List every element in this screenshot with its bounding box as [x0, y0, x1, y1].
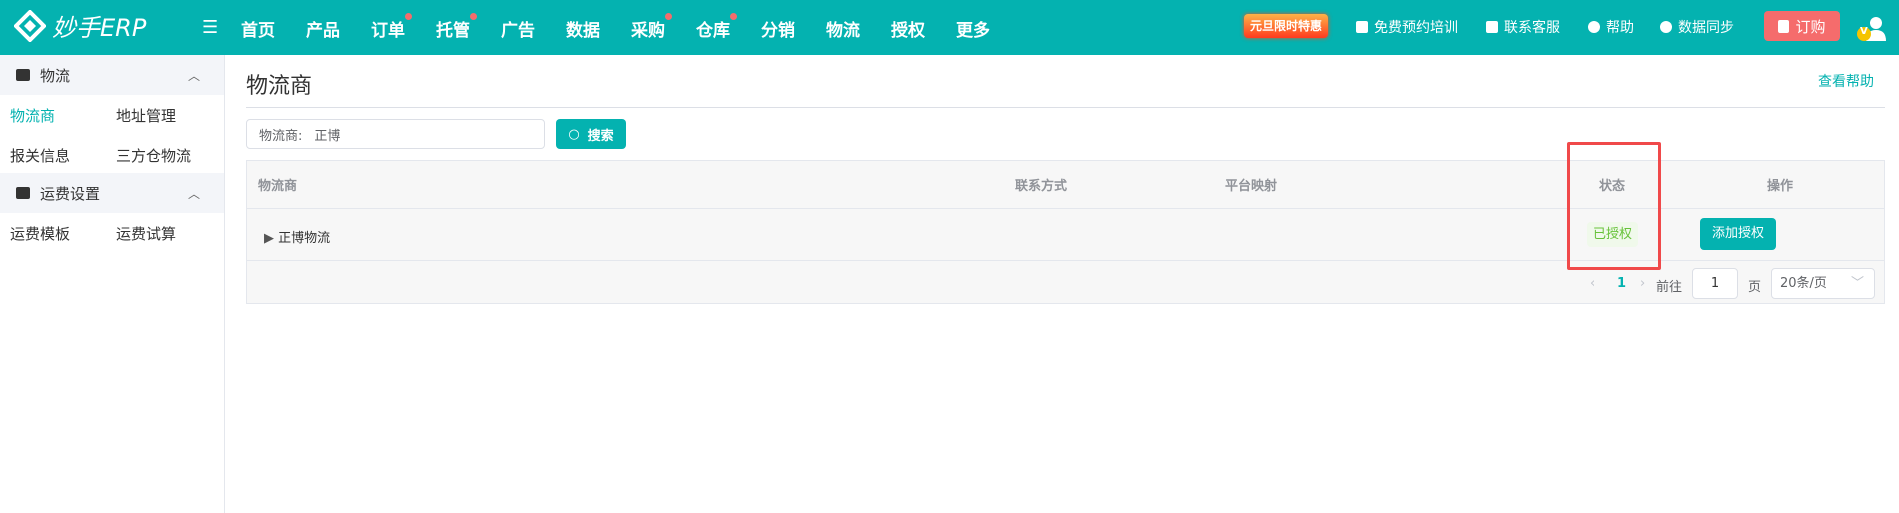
sidebar-item-fee-template[interactable]: 运费模板 [10, 223, 70, 244]
search-icon: ○ [568, 126, 580, 142]
prev-page-icon[interactable]: ‹ [1590, 276, 1595, 291]
sidebar-item-fee-calculator[interactable]: 运费试算 [116, 223, 176, 244]
logo[interactable]: 妙手ERP [14, 8, 146, 43]
page-number-current[interactable]: 1 [1617, 276, 1626, 291]
customer-service-link[interactable]: 联系客服 [1486, 17, 1560, 37]
menu-toggle-icon[interactable]: ☰ [202, 17, 218, 38]
nav-ads[interactable]: 广告 [501, 16, 535, 41]
column-header-platform-mapping: 平台映射 [1225, 179, 1278, 194]
sidebar: 物流 ︿ 物流商 地址管理 报关信息 三方仓物流 运费设置 ︿ 运费模板 运费试算 [0, 55, 225, 513]
page-suffix: 页 [1748, 280, 1762, 295]
goto-label: 前往 [1656, 280, 1683, 295]
vip-badge: V [1860, 26, 1868, 37]
page-title: 物流商 [246, 74, 313, 99]
shopping-bag-icon [1778, 19, 1790, 33]
training-link[interactable]: 免费预约培训 [1356, 17, 1458, 37]
table-row[interactable]: ▶ 正博物流 [264, 227, 330, 246]
nav-distribution[interactable]: 分销 [761, 16, 795, 41]
sidebar-item-3pl[interactable]: 三方仓物流 [116, 145, 191, 166]
column-header-carrier: 物流商 [258, 179, 298, 194]
sidebar-item-customs[interactable]: 报关信息 [10, 145, 70, 166]
nav-products[interactable]: 产品 [306, 16, 340, 41]
nav-data[interactable]: 数据 [566, 16, 600, 41]
expand-caret-icon[interactable]: ▶ [264, 231, 278, 246]
sync-icon [1660, 21, 1672, 33]
nav-hosting[interactable]: 托管 [436, 13, 477, 41]
carrier-name: 正博物流 [278, 231, 331, 246]
add-authorization-button[interactable]: 添加授权 [1700, 218, 1776, 250]
presentation-icon [1356, 21, 1368, 33]
nav-more[interactable]: 更多 [956, 16, 990, 41]
sidebar-group-shipping-fee[interactable]: 运费设置 ︿ [0, 173, 224, 213]
logo-icon [14, 9, 46, 42]
data-sync-link[interactable]: 数据同步 [1660, 17, 1734, 37]
notification-dot [470, 13, 477, 20]
chevron-up-icon: ︿ [187, 186, 200, 201]
page-size-select[interactable]: 20条/页 ﹀ [1771, 268, 1875, 299]
question-icon [1588, 21, 1600, 33]
user-avatar[interactable]: V [1856, 16, 1886, 42]
sidebar-group-logistics[interactable]: 物流 ︿ [0, 55, 224, 95]
help-link[interactable]: 帮助 [1588, 17, 1634, 37]
top-nav-bar: 妙手ERP ☰ 首页 产品 订单 托管 广告 数据 采购 仓库 分销 物流 授权… [0, 0, 1899, 55]
highlight-box [1567, 142, 1661, 270]
sidebar-item-address[interactable]: 地址管理 [116, 105, 176, 126]
next-page-icon[interactable]: › [1640, 276, 1645, 291]
nav-home[interactable]: 首页 [241, 16, 275, 41]
notification-dot [730, 13, 737, 20]
nav-warehouse[interactable]: 仓库 [696, 13, 737, 41]
column-header-contact: 联系方式 [1015, 179, 1068, 194]
chevron-up-icon: ︿ [187, 68, 200, 83]
search-value: 正博 [314, 128, 341, 144]
search-label: 物流商: [259, 128, 303, 144]
order-button[interactable]: 订购 [1764, 11, 1840, 41]
view-help-link[interactable]: 查看帮助 [1818, 71, 1874, 91]
divider [246, 107, 1885, 108]
nav-purchase[interactable]: 采购 [631, 13, 672, 41]
logo-text: 妙手ERP [52, 14, 147, 42]
carrier-search-input[interactable]: 物流商: 正博 [246, 119, 545, 149]
goto-page-input[interactable]: 1 [1692, 268, 1738, 299]
promo-badge[interactable]: 元旦限时特惠 [1244, 14, 1328, 38]
notification-dot [405, 13, 412, 20]
search-button[interactable]: ○ 搜索 [556, 119, 626, 149]
nav-authorization[interactable]: 授权 [891, 16, 925, 41]
nav-logistics[interactable]: 物流 [826, 16, 860, 41]
nav-orders[interactable]: 订单 [371, 13, 412, 41]
truck-icon [16, 69, 30, 81]
truck-icon [16, 187, 30, 199]
notification-dot [665, 13, 672, 20]
sidebar-item-carriers[interactable]: 物流商 [10, 105, 55, 126]
column-header-actions: 操作 [1767, 179, 1794, 194]
chevron-down-icon: ﹀ [1850, 276, 1864, 291]
chat-icon [1486, 21, 1498, 33]
